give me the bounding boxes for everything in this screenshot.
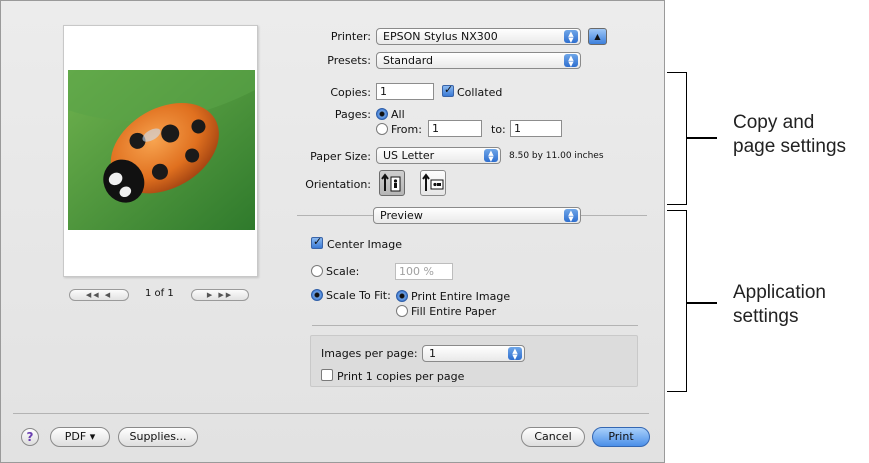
- copy-page-line1: Copy and: [733, 112, 815, 133]
- pages-to-field[interactable]: 1: [510, 120, 562, 137]
- images-per-page-value: 1: [429, 347, 436, 360]
- collated-checkbox[interactable]: [442, 83, 454, 97]
- scale-field[interactable]: 100 %: [395, 263, 453, 280]
- print-button[interactable]: Print: [592, 427, 650, 447]
- pages-from-field[interactable]: 1: [428, 120, 482, 137]
- ladybug-photo: [68, 70, 255, 230]
- orientation-label: Orientation:: [305, 178, 371, 191]
- printer-popup[interactable]: EPSON Stylus NX300 ▲ ▼: [376, 28, 581, 45]
- pages-all-radio[interactable]: [376, 108, 388, 120]
- copy-page-leader: [687, 137, 717, 139]
- paper-size-value: US Letter: [383, 149, 435, 162]
- fill-entire-paper-label: Fill Entire Paper: [411, 305, 497, 318]
- copies-label: Copies:: [330, 86, 371, 99]
- presets-popup[interactable]: Standard ▲ ▼: [376, 52, 581, 69]
- landscape-orientation-button[interactable]: [420, 170, 446, 196]
- popup-arrows-icon: ▲ ▼: [564, 54, 578, 68]
- pdf-button[interactable]: PDF ▾: [50, 427, 110, 447]
- paper-dimensions: 8.50 by 11.00 inches: [509, 151, 604, 161]
- pages-to-label: to:: [491, 123, 506, 136]
- print-copies-checkbox[interactable]: [321, 369, 333, 381]
- app-settings-leader: [687, 302, 717, 304]
- copy-page-bracket: [667, 72, 687, 205]
- scale-to-fit-radio[interactable]: [311, 289, 323, 301]
- scale-radio[interactable]: [311, 265, 323, 277]
- inner-divider: [312, 325, 638, 326]
- print-entire-image-label: Print Entire Image: [411, 290, 511, 303]
- portrait-icon: [381, 173, 401, 192]
- popup-arrows-icon: ▲ ▼: [564, 209, 578, 223]
- pages-from-radio[interactable]: [376, 123, 388, 135]
- paper-size-popup[interactable]: US Letter ▲ ▼: [376, 147, 501, 164]
- collapse-dialog-button[interactable]: ▲: [588, 28, 607, 45]
- images-per-page-label: Images per page:: [321, 347, 418, 360]
- popup-arrows-icon: ▲ ▼: [564, 30, 578, 44]
- fill-entire-paper-radio[interactable]: [396, 305, 408, 317]
- printer-label: Printer:: [330, 30, 371, 43]
- section-popup[interactable]: Preview ▲ ▼: [373, 207, 581, 224]
- print-entire-image-radio[interactable]: [396, 290, 408, 302]
- preview-sheet: [63, 25, 258, 277]
- copy-page-annotation: Copy and page settings: [733, 111, 846, 159]
- app-settings-annotation: Application settings: [733, 281, 826, 329]
- help-button[interactable]: ?: [21, 428, 39, 446]
- paper-size-label: Paper Size:: [310, 150, 371, 163]
- pages-label: Pages:: [334, 108, 371, 121]
- pages-from-label: From:: [391, 123, 422, 136]
- first-prev-page-buttons[interactable]: ◀◀ ◀: [69, 289, 129, 301]
- app-line2: settings: [733, 306, 799, 327]
- copies-field[interactable]: 1: [376, 83, 434, 100]
- portrait-orientation-button[interactable]: [379, 170, 405, 196]
- section-popup-value: Preview: [380, 209, 423, 222]
- popup-arrows-icon: ▲ ▼: [484, 149, 498, 163]
- print-dialog: ◀◀ ◀ 1 of 1 ▶ ▶▶ Printer: EPSON Stylus N…: [0, 0, 665, 463]
- app-settings-bracket: [667, 210, 687, 392]
- landscape-icon: [422, 173, 444, 191]
- page-indicator: 1 of 1: [145, 288, 174, 299]
- supplies-button[interactable]: Supplies...: [118, 427, 198, 447]
- center-image-checkbox[interactable]: [311, 235, 323, 249]
- footer-divider: [13, 413, 649, 414]
- popup-arrows-icon: ▲ ▼: [508, 347, 522, 361]
- app-line1: Application: [733, 282, 826, 303]
- pages-all-label: All: [391, 108, 405, 121]
- collated-label: Collated: [457, 86, 503, 99]
- images-per-page-popup[interactable]: 1 ▲ ▼: [422, 345, 525, 362]
- copy-page-line2: page settings: [733, 136, 847, 157]
- scale-label: Scale:: [326, 265, 360, 278]
- scale-to-fit-label: Scale To Fit:: [326, 289, 391, 302]
- presets-value: Standard: [383, 54, 434, 67]
- center-image-label: Center Image: [327, 238, 402, 251]
- print-copies-label: Print 1 copies per page: [337, 370, 465, 383]
- cancel-button[interactable]: Cancel: [521, 427, 585, 447]
- printer-value: EPSON Stylus NX300: [383, 30, 498, 43]
- next-last-page-buttons[interactable]: ▶ ▶▶: [191, 289, 249, 301]
- presets-label: Presets:: [327, 54, 371, 67]
